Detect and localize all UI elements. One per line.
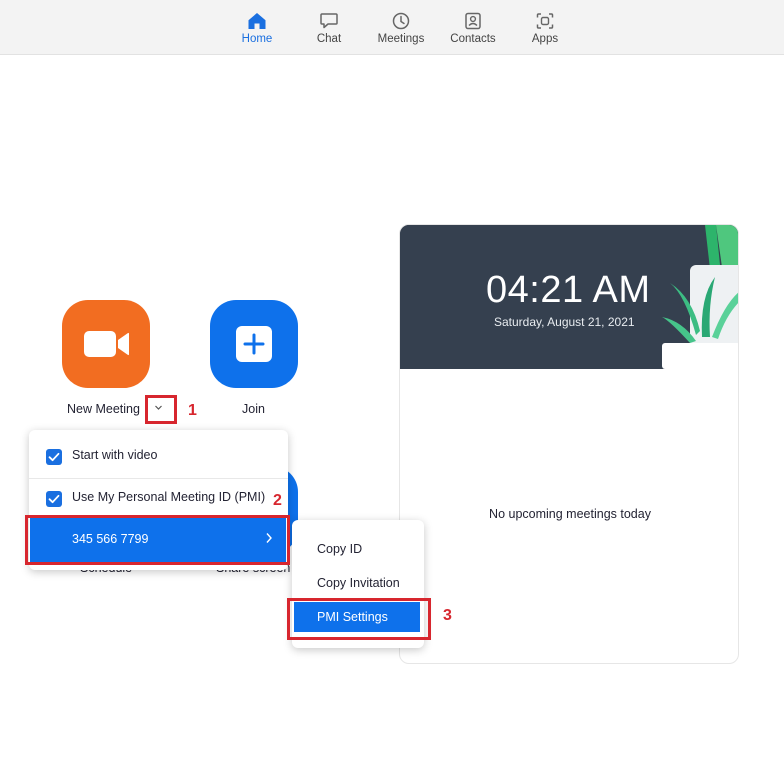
nav-meetings[interactable]: Meetings — [368, 8, 434, 50]
top-navigation-bar: Home Chat Meetings Contacts Apps — [0, 0, 784, 55]
nav-apps-label: Apps — [531, 33, 559, 45]
clock-icon — [392, 12, 410, 30]
chat-icon — [320, 13, 338, 29]
join-label: Join — [242, 402, 265, 416]
home-icon — [248, 13, 266, 29]
callout-number-1: 1 — [188, 402, 197, 419]
checkmark-icon — [48, 494, 60, 504]
callout-box-3 — [287, 598, 431, 640]
clock-banner: 04:21 AM Saturday, August 21, 2021 — [400, 225, 738, 369]
start-with-video-label: Start with video — [72, 448, 158, 462]
copy-invitation-label: Copy Invitation — [317, 576, 400, 590]
plus-icon — [236, 326, 272, 362]
callout-number-3: 3 — [443, 607, 452, 624]
nav-contacts[interactable]: Contacts — [440, 8, 506, 50]
new-meeting-label: New Meeting — [67, 402, 140, 416]
start-with-video-checkbox[interactable] — [46, 449, 62, 465]
copy-id-label: Copy ID — [317, 542, 363, 556]
current-time: 04:21 AM — [486, 269, 651, 311]
contacts-icon — [465, 12, 481, 30]
start-with-video-option[interactable]: Start with video — [29, 435, 288, 479]
nav-home[interactable]: Home — [224, 8, 290, 50]
nav-meetings-label: Meetings — [377, 33, 425, 45]
current-date: Saturday, August 21, 2021 — [494, 315, 635, 329]
checkmark-icon — [48, 452, 60, 462]
copy-invitation-option[interactable]: Copy Invitation — [292, 568, 424, 598]
new-meeting-button[interactable] — [62, 300, 150, 388]
callout-box-1 — [145, 395, 177, 424]
no-meetings-message: No upcoming meetings today — [489, 507, 651, 521]
meetings-card: 04:21 AM Saturday, August 21, 2021 No up… — [399, 224, 739, 664]
use-pmi-checkbox[interactable] — [46, 491, 62, 507]
use-pmi-label: Use My Personal Meeting ID (PMI) — [72, 490, 266, 504]
apps-icon — [536, 13, 554, 29]
callout-box-2 — [25, 515, 290, 565]
nav-apps[interactable]: Apps — [512, 8, 578, 50]
join-button[interactable] — [210, 300, 298, 388]
callout-number-2: 2 — [273, 492, 282, 509]
nav-home-label: Home — [241, 33, 273, 45]
nav-contacts-label: Contacts — [450, 33, 496, 45]
copy-id-option[interactable]: Copy ID — [292, 534, 424, 564]
video-camera-icon — [84, 331, 129, 357]
nav-chat-label: Chat — [316, 33, 342, 45]
nav-chat[interactable]: Chat — [296, 8, 362, 50]
